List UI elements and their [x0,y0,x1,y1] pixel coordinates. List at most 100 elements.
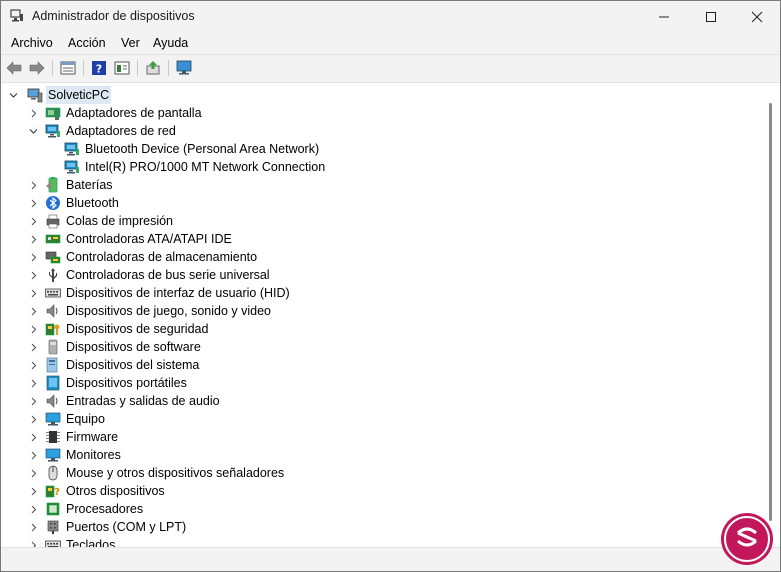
chevron-right-icon[interactable] [28,320,38,338]
tree-node[interactable]: Teclados [1,536,763,547]
properties-button[interactable] [58,59,78,77]
tree-node[interactable]: Mouse y otros dispositivos señaladores [1,464,763,482]
display-adapter-icon [45,107,61,120]
tree-node-label: Controladoras de almacenamiento [66,250,258,264]
tree-node[interactable]: Controladoras de bus serie universal [1,266,763,284]
chevron-right-icon[interactable] [28,356,38,374]
speaker-icon [46,304,58,318]
scan-hardware-button[interactable] [174,59,194,77]
chevron-right-icon[interactable] [28,338,38,356]
tree-node[interactable]: Bluetooth Device (Personal Area Network) [1,140,763,158]
chevron-right-icon[interactable] [28,284,38,302]
tree-node-label: Procesadores [66,502,144,516]
network-adapter-icon [64,142,79,156]
chevron-right-icon[interactable] [28,500,38,518]
tree-node-label: Teclados [66,538,116,547]
device-manager-app-icon [10,9,23,22]
tree-node-label: Colas de impresión [66,214,173,228]
tree-node[interactable]: Controladoras de almacenamiento [1,248,763,266]
chevron-right-icon[interactable] [28,518,38,536]
tree-root[interactable]: SolveticPC [1,86,763,104]
title-bar[interactable]: Administrador de dispositivos [1,1,780,32]
firmware-icon [46,431,60,443]
chevron-right-icon[interactable] [28,266,38,284]
storage-controller-icon [45,251,61,264]
forward-arrow-icon [29,61,45,75]
tree-node[interactable]: Dispositivos de software [1,338,763,356]
tree-node-label: Intel(R) PRO/1000 MT Network Connection [85,160,326,174]
chevron-right-icon[interactable] [28,212,38,230]
toolbar-separator [168,60,169,76]
window-title: Administrador de dispositivos [32,9,195,23]
chevron-down-icon[interactable] [8,86,18,104]
view-button[interactable] [112,59,132,77]
chevron-right-icon[interactable] [28,392,38,410]
tree-node[interactable]: Colas de impresión [1,212,763,230]
chevron-right-icon[interactable] [28,230,38,248]
update-driver-icon [146,61,160,75]
tree-node[interactable]: ? Otros dispositivos [1,482,763,500]
tree-node-label: Mouse y otros dispositivos señaladores [66,466,285,480]
back-arrow-icon [6,61,22,75]
tree-node[interactable]: Entradas y salidas de audio [1,392,763,410]
close-button[interactable] [734,1,780,32]
chevron-right-icon[interactable] [28,374,38,392]
tree-node[interactable]: Dispositivos de seguridad [1,320,763,338]
monitor-icon [45,448,61,462]
chevron-right-icon[interactable] [28,194,38,212]
update-driver-button[interactable] [143,59,163,77]
vertical-scrollbar[interactable] [763,83,780,547]
tree-node[interactable]: Intel(R) PRO/1000 MT Network Connection [1,158,763,176]
menu-archivo[interactable]: Archivo [11,36,53,50]
properties-icon [60,61,76,75]
chevron-right-icon[interactable] [28,302,38,320]
minimize-button[interactable] [641,1,687,32]
chevron-right-icon[interactable] [28,446,38,464]
scrollbar-thumb[interactable] [769,103,772,521]
tree-node[interactable]: Adaptadores de pantalla [1,104,763,122]
monitor-scan-icon [176,60,192,75]
help-button[interactable]: ? [89,59,109,77]
tree-node[interactable]: Dispositivos portátiles [1,374,763,392]
tree-node[interactable]: Firmware [1,428,763,446]
tree-node[interactable]: Dispositivos del sistema [1,356,763,374]
chevron-down-icon[interactable] [28,122,38,140]
tree-node[interactable]: Dispositivos de interfaz de usuario (HID… [1,284,763,302]
computer-icon [27,88,43,103]
toolbar-separator [52,60,53,76]
tree-node[interactable]: Adaptadores de red [1,122,763,140]
view-icon [114,61,130,75]
tree-node[interactable]: Controladoras ATA/ATAPI IDE [1,230,763,248]
menu-accion[interactable]: Acción [68,36,106,50]
chevron-right-icon[interactable] [28,428,38,446]
chevron-right-icon[interactable] [28,104,38,122]
computer-icon [45,412,61,426]
menu-ver[interactable]: Ver [121,36,140,50]
tree-node[interactable]: Procesadores [1,500,763,518]
tree-node[interactable]: Equipo [1,410,763,428]
chevron-right-icon[interactable] [28,176,38,194]
chevron-right-icon[interactable] [28,464,38,482]
menu-bar: Archivo Acción Ver Ayuda [1,32,780,54]
maximize-button[interactable] [688,1,734,32]
tree-node[interactable]: Baterías [1,176,763,194]
keyboard-icon [45,540,61,547]
tree-node-label: Otros dispositivos [66,484,165,498]
tree-node[interactable]: Monitores [1,446,763,464]
chevron-right-icon[interactable] [28,248,38,266]
chevron-right-icon[interactable] [28,536,38,547]
chevron-right-icon[interactable] [28,410,38,428]
menu-ayuda[interactable]: Ayuda [153,36,188,50]
tree-node[interactable]: Dispositivos de juego, sonido y video [1,302,763,320]
back-button[interactable] [4,59,24,77]
tree-node[interactable]: Puertos (COM y LPT) [1,518,763,536]
chevron-right-icon[interactable] [28,482,38,500]
toolbar-separator [137,60,138,76]
tree-node-label: Controladoras de bus serie universal [66,268,270,282]
security-device-icon [45,323,60,336]
tree-node[interactable]: Bluetooth [1,194,763,212]
port-icon [47,520,59,534]
forward-button[interactable] [27,59,47,77]
tree-node-label: Dispositivos de interfaz de usuario (HID… [66,286,290,300]
tree-node-label: Controladoras ATA/ATAPI IDE [66,232,232,246]
